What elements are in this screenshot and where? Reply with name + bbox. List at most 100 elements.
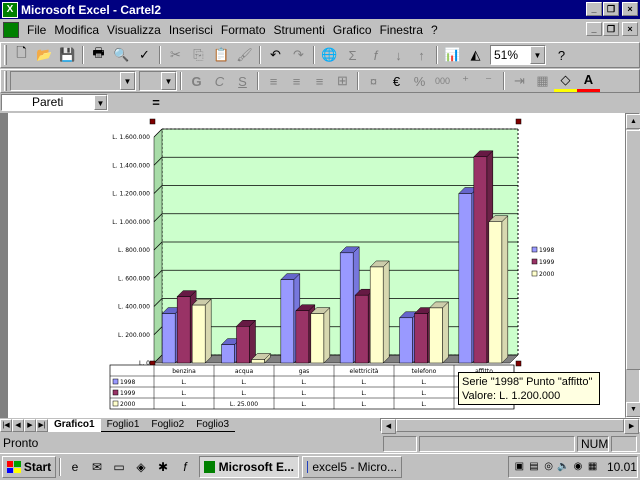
tab-foglio2[interactable]: Foglio2 — [145, 419, 191, 432]
bold-icon[interactable]: G — [185, 70, 208, 92]
next-sheet-icon[interactable]: ▶ — [24, 418, 36, 432]
excel-app-icon[interactable]: X — [2, 1, 18, 18]
new-icon[interactable]: 🗋 — [10, 44, 33, 66]
font-size-select[interactable]: ▼ — [139, 71, 177, 91]
percent-icon[interactable]: % — [408, 70, 431, 92]
office-assistant-icon[interactable]: ? — [550, 44, 573, 66]
decrease-decimal-icon[interactable]: ⁻ — [477, 70, 500, 92]
doc-minimize-button[interactable]: _ — [586, 22, 602, 36]
menu-finestra[interactable]: Finestra — [376, 23, 427, 37]
tab-foglio3[interactable]: Foglio3 — [190, 419, 236, 432]
save-icon[interactable]: 💾 — [56, 44, 79, 66]
quick-launch-app-icon[interactable]: ✱ — [154, 458, 172, 476]
chart-wizard-icon[interactable]: 📊 — [441, 44, 464, 66]
underline-icon[interactable]: S — [231, 70, 254, 92]
edit-formula-button[interactable]: = — [144, 95, 168, 110]
menu-file[interactable]: File — [23, 23, 50, 37]
channels-icon[interactable]: ◈ — [132, 458, 150, 476]
toolbar-grip[interactable] — [4, 71, 7, 91]
name-box[interactable]: Pareti ▼ — [1, 94, 108, 111]
task-word[interactable]: excel5 - Micro... — [302, 456, 402, 478]
font-select[interactable]: ▼ — [10, 71, 136, 91]
outlook-express-icon[interactable]: ✉ — [88, 458, 106, 476]
chevron-down-icon[interactable]: ▼ — [120, 72, 135, 90]
workbook-icon[interactable] — [3, 22, 19, 38]
show-desktop-icon[interactable]: ▭ — [110, 458, 128, 476]
volume-icon[interactable]: 🔈 — [557, 460, 570, 474]
zoom-select[interactable]: 51% ▼ — [490, 45, 546, 65]
scroll-left-icon[interactable]: ◀ — [381, 419, 396, 434]
sort-ascending-icon[interactable]: ↓ — [387, 44, 410, 66]
autosum-icon[interactable]: Σ — [341, 44, 364, 66]
scroll-down-icon[interactable]: ▼ — [626, 402, 640, 417]
chevron-down-icon[interactable]: ▼ — [94, 95, 107, 110]
scroll-up-icon[interactable]: ▲ — [626, 114, 640, 129]
fill-color-icon[interactable]: ◇ — [554, 70, 577, 92]
scroll-thumb[interactable] — [395, 419, 625, 432]
format-painter-icon[interactable]: 🖌 — [233, 44, 256, 66]
indent-icon[interactable]: ⇥ — [508, 70, 531, 92]
first-sheet-icon[interactable]: |◀ — [0, 418, 12, 432]
menu-visualizza[interactable]: Visualizza — [103, 23, 165, 37]
print-icon[interactable]: 🖶 — [87, 44, 110, 66]
italic-icon[interactable]: C — [208, 70, 231, 92]
menu-formato[interactable]: Formato — [217, 23, 270, 37]
align-left-icon[interactable]: ≡ — [262, 70, 285, 92]
menu-inserisci[interactable]: Inserisci — [165, 23, 217, 37]
print-preview-icon[interactable]: 🔍 — [110, 44, 133, 66]
hyperlink-icon[interactable]: 🌐 — [318, 44, 341, 66]
scheduler-icon[interactable]: ◎ — [542, 460, 555, 474]
horizontal-scrollbar[interactable]: ◀ ▶ — [380, 418, 640, 434]
prev-sheet-icon[interactable]: ◀ — [12, 418, 24, 432]
euro-icon[interactable]: € — [385, 70, 408, 92]
close-button[interactable]: × — [622, 2, 638, 16]
tray-app-icon[interactable]: ◉ — [572, 460, 585, 474]
borders-icon[interactable]: ▦ — [531, 70, 554, 92]
vertical-scrollbar[interactable]: ▲ ▼ — [625, 113, 640, 418]
category-label: benzina — [172, 368, 196, 375]
menu-strumenti[interactable]: Strumenti — [270, 23, 329, 37]
thousands-icon[interactable]: 000 — [431, 70, 454, 92]
doc-restore-button[interactable]: ❐ — [603, 22, 619, 36]
tab-foglio1[interactable]: Foglio1 — [100, 419, 146, 432]
menu-help[interactable]: ? — [427, 23, 442, 37]
copy-icon[interactable]: ⎘ — [187, 44, 210, 66]
font-color-icon[interactable]: A — [577, 70, 600, 92]
doc-close-button[interactable]: × — [622, 22, 638, 36]
last-sheet-icon[interactable]: ▶| — [36, 418, 48, 432]
scroll-thumb[interactable] — [626, 130, 640, 370]
chevron-down-icon[interactable]: ▼ — [161, 72, 176, 90]
network-icon[interactable]: ▣ — [513, 460, 526, 474]
merge-center-icon[interactable]: ⊞ — [331, 70, 354, 92]
drawing-icon[interactable]: ◭ — [464, 44, 487, 66]
minimize-button[interactable]: _ — [586, 2, 602, 16]
task-excel[interactable]: Microsoft E... — [199, 456, 299, 478]
toolbar-grip[interactable] — [4, 45, 7, 65]
formatting-toolbar: ▼ ▼ G C S ≡ ≡ ≡ ⊞ ¤ € % 000 ⁺ ⁻ ⇥ ▦ ◇ A — [0, 69, 640, 93]
chevron-down-icon[interactable]: ▼ — [530, 46, 545, 64]
scroll-right-icon[interactable]: ▶ — [624, 419, 639, 434]
internet-explorer-icon[interactable]: e — [66, 458, 84, 476]
monitor-icon[interactable]: ▤ — [528, 460, 541, 474]
redo-icon[interactable]: ↷ — [287, 44, 310, 66]
tab-grafico1[interactable]: Grafico1 — [48, 418, 101, 432]
menu-modifica[interactable]: Modifica — [50, 23, 103, 37]
function-icon[interactable]: f — [364, 44, 387, 66]
sort-descending-icon[interactable]: ↑ — [410, 44, 433, 66]
start-button[interactable]: Start — [2, 456, 56, 478]
increase-decimal-icon[interactable]: ⁺ — [454, 70, 477, 92]
undo-icon[interactable]: ↶ — [264, 44, 287, 66]
quick-launch-f-icon[interactable]: f — [176, 458, 194, 476]
align-right-icon[interactable]: ≡ — [308, 70, 331, 92]
cut-icon[interactable]: ✂ — [164, 44, 187, 66]
align-center-icon[interactable]: ≡ — [285, 70, 308, 92]
spelling-icon[interactable]: ✓ — [133, 44, 156, 66]
paste-icon[interactable]: 📋 — [210, 44, 233, 66]
open-icon[interactable]: 📂 — [33, 44, 56, 66]
menu-grafico[interactable]: Grafico — [329, 23, 376, 37]
bar-side — [442, 301, 449, 364]
restore-button[interactable]: ❐ — [603, 2, 619, 16]
tray-app2-icon[interactable]: ▦ — [586, 460, 599, 474]
currency-icon[interactable]: ¤ — [362, 70, 385, 92]
table-cell: L. — [301, 379, 306, 386]
